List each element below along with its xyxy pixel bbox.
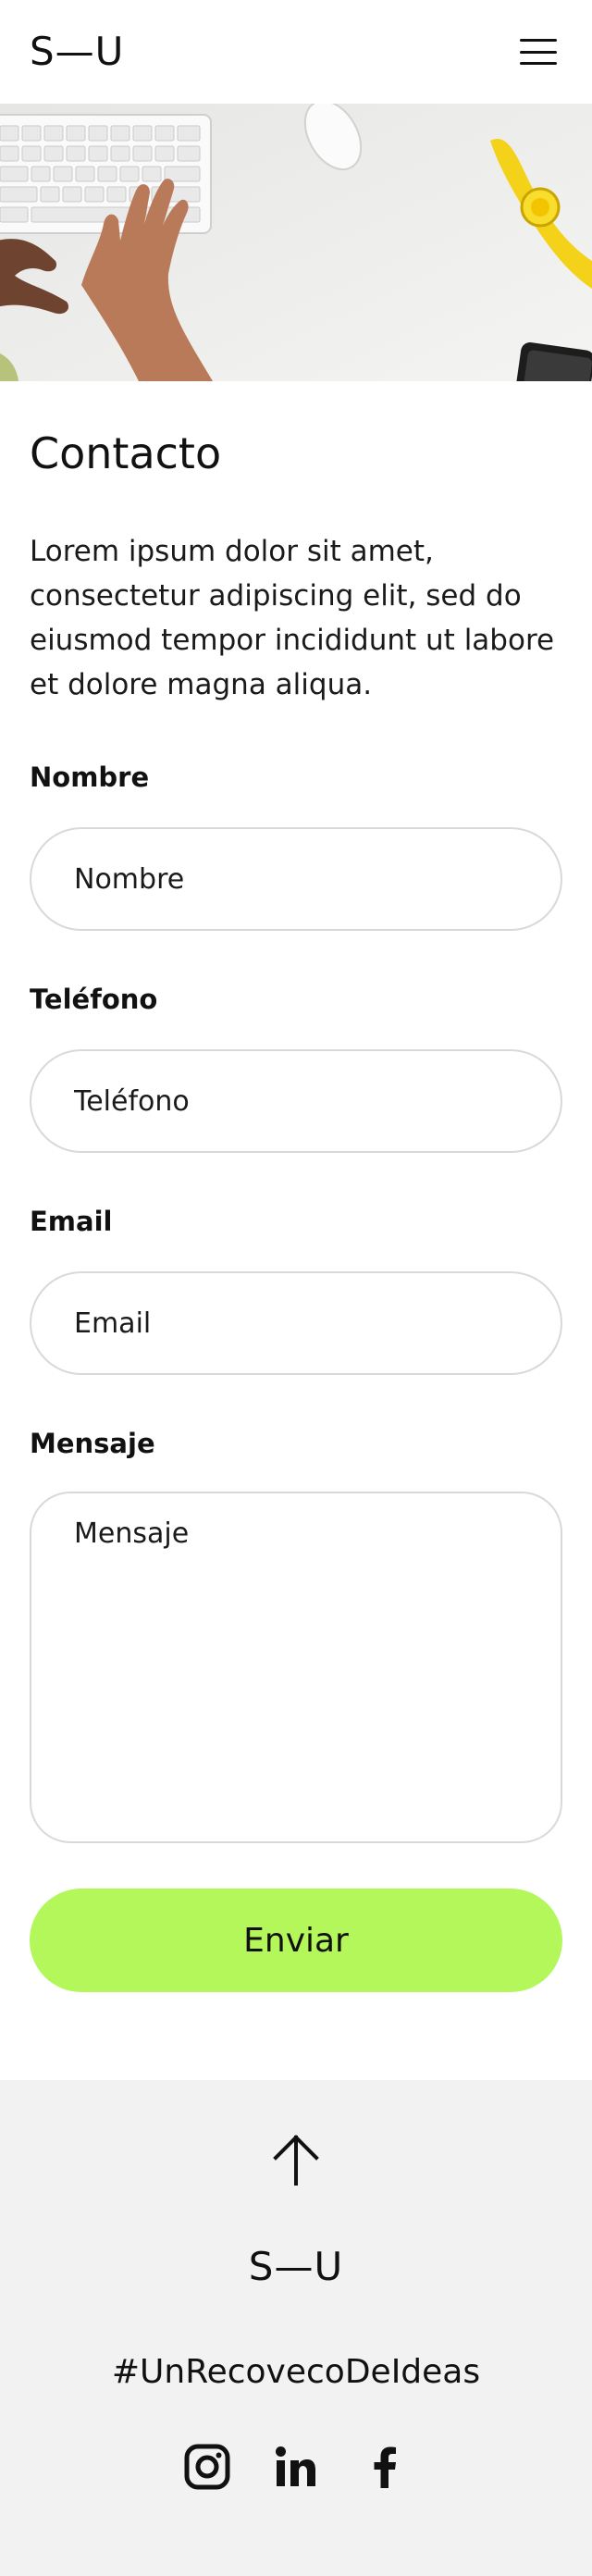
facebook-icon[interactable] — [359, 2441, 411, 2493]
email-label: Email — [30, 1206, 113, 1237]
instagram-icon[interactable] — [181, 2441, 233, 2493]
arrow-up-icon[interactable] — [266, 2130, 326, 2189]
message-label: Mensaje — [30, 1428, 155, 1459]
phone-label: Teléfono — [30, 984, 158, 1015]
submit-button[interactable]: Enviar — [30, 1889, 562, 1992]
footer-logo[interactable]: S—U — [0, 2243, 592, 2291]
hero-image — [0, 104, 592, 381]
email-field[interactable] — [30, 1271, 562, 1375]
hashtag-text: #UnRecovecoDeIdeas — [111, 2353, 481, 2391]
intro-text: Lorem ipsum dolor sit amet, consectetur … — [30, 535, 555, 701]
site-logo[interactable]: S—U — [30, 28, 124, 76]
page-title: Contacto — [30, 428, 222, 478]
site-header: S—U — [0, 0, 592, 104]
message-field[interactable] — [30, 1492, 562, 1843]
name-field[interactable] — [30, 827, 562, 931]
phone-field[interactable] — [30, 1049, 562, 1153]
linkedin-icon[interactable] — [270, 2441, 322, 2493]
name-label: Nombre — [30, 762, 150, 793]
hamburger-menu-icon[interactable] — [518, 35, 559, 68]
